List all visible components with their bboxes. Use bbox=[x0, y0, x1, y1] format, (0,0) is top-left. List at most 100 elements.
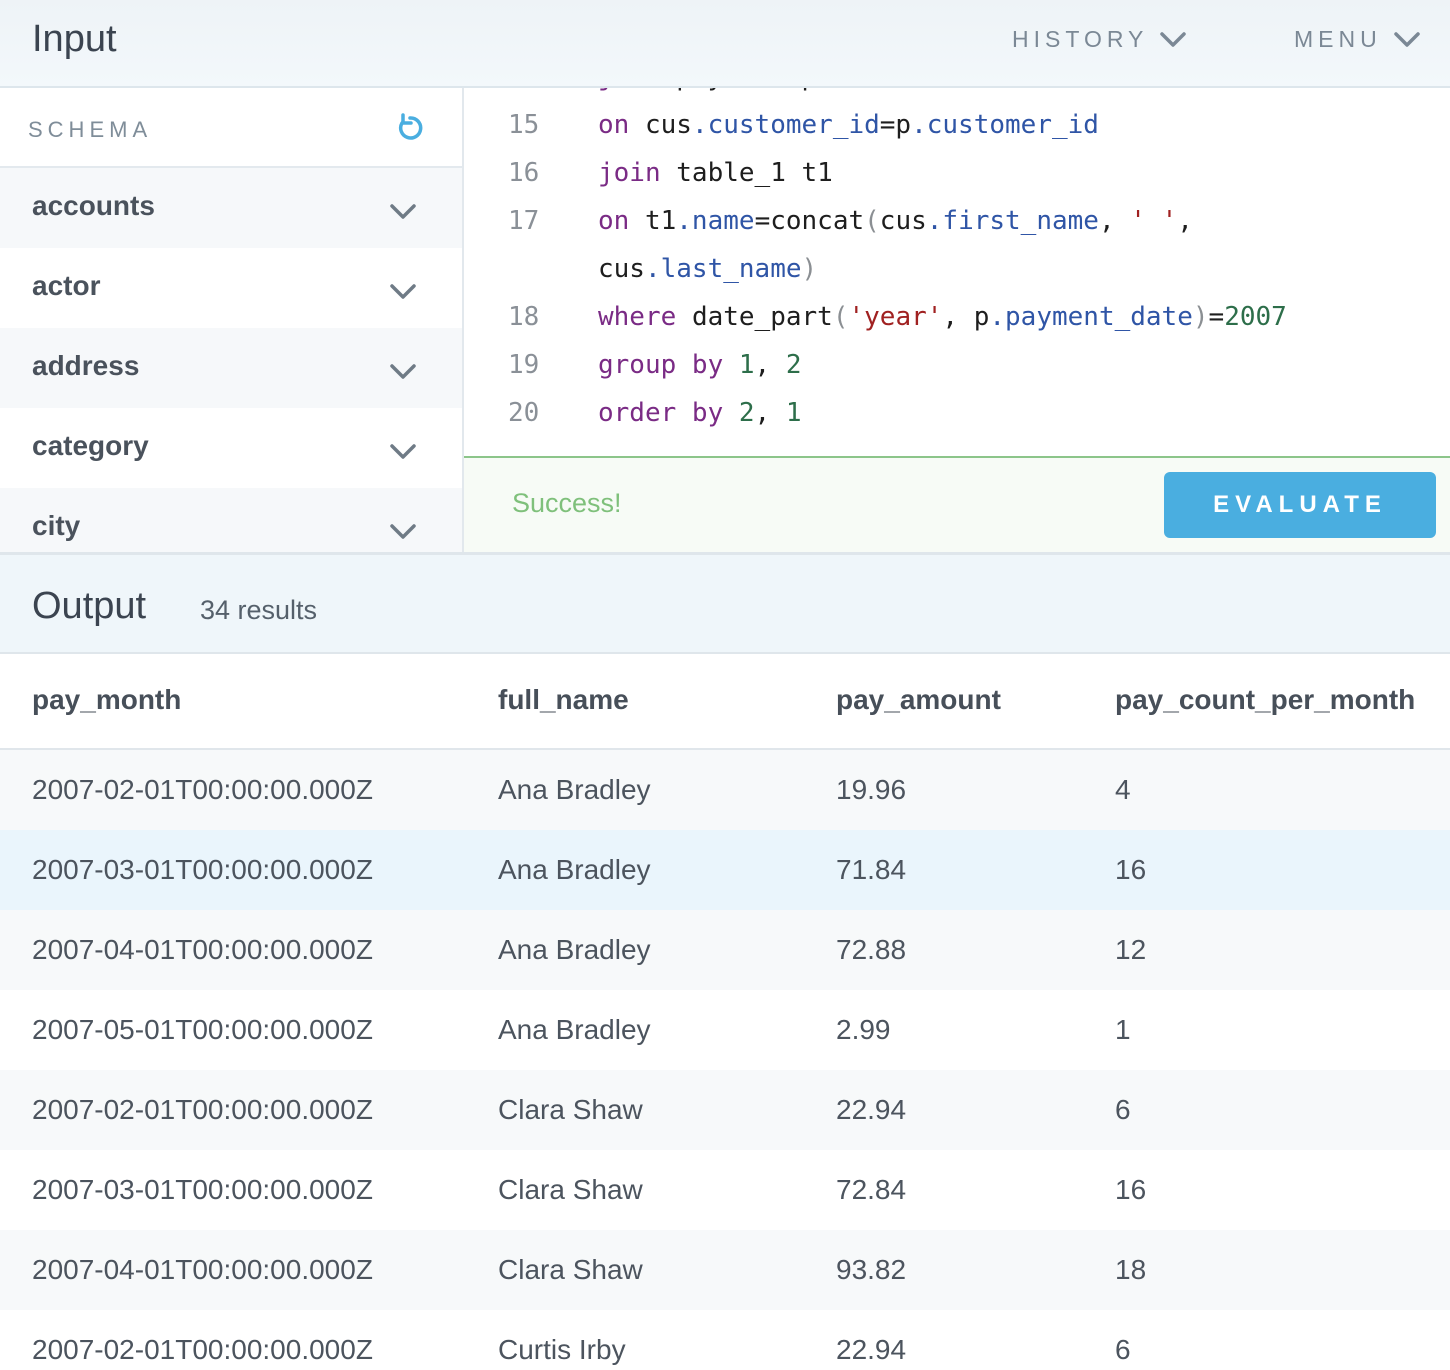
table-row[interactable]: 2007-05-01T00:00:00.000Z Ana Bradley 2.99 1 bbox=[0, 990, 1450, 1070]
code-token: group by bbox=[598, 350, 724, 380]
code-token: .payment_date bbox=[989, 302, 1193, 332]
line-number: 18 bbox=[508, 302, 540, 332]
table-row[interactable]: 2007-02-01T00:00:00.000Z Clara Shaw 22.94 6 bbox=[0, 1070, 1450, 1150]
code-token: ( bbox=[864, 206, 880, 236]
schema-item-category[interactable]: category bbox=[0, 408, 462, 488]
table-header: pay_month full_name pay_amount pay_count… bbox=[0, 654, 1450, 750]
code-text: join payment p bbox=[598, 88, 817, 92]
column-header[interactable]: pay_count_per_month bbox=[1115, 684, 1415, 716]
schema-table-list: accounts actor address category city bbox=[0, 168, 462, 552]
menu-dropdown[interactable]: MENU bbox=[1294, 26, 1422, 53]
code-line[interactable]: 14 join payment p bbox=[464, 88, 1450, 110]
code-text: on cus.customer_id=p.customer_id bbox=[598, 110, 1099, 140]
schema-item-city[interactable]: city bbox=[0, 488, 462, 552]
table-cell: 2007-02-01T00:00:00.000Z bbox=[32, 1094, 373, 1125]
sql-editor[interactable]: 14join payment p15on cus.customer_id=p.c… bbox=[464, 88, 1450, 456]
schema-item-label: actor bbox=[32, 270, 101, 301]
code-token: 2 bbox=[738, 398, 755, 428]
schema-item-address[interactable]: address bbox=[0, 328, 462, 408]
code-token: join bbox=[598, 88, 661, 92]
line-number: 14 bbox=[508, 88, 548, 92]
code-token: , bbox=[1177, 206, 1193, 236]
code-line[interactable]: 17 on t1.name=concat(cus.first_name, ' ', bbox=[464, 206, 1450, 254]
table-cell: 2007-03-01T00:00:00.000Z bbox=[32, 1174, 373, 1205]
chevron-down-icon bbox=[390, 444, 416, 459]
table-cell: 2007-04-01T00:00:00.000Z bbox=[32, 1254, 373, 1285]
code-token: =concat bbox=[754, 206, 865, 236]
table-cell: 2007-05-01T00:00:00.000Z bbox=[32, 1014, 373, 1045]
line-number: 16 bbox=[508, 158, 540, 188]
code-line[interactable]: 18 where date_part('year', p.payment_date… bbox=[464, 302, 1450, 350]
schema-title: SCHEMA bbox=[28, 117, 153, 142]
code-text: join table_1 t1 bbox=[598, 158, 833, 188]
table-row[interactable]: 2007-03-01T00:00:00.000Z Ana Bradley 71.84… bbox=[0, 830, 1450, 910]
schema-item-label: category bbox=[32, 430, 149, 461]
chevron-down-icon bbox=[390, 524, 416, 539]
code-text: where date_part('year', p.payment_date)=… bbox=[598, 302, 1287, 332]
line-number: 15 bbox=[508, 110, 540, 140]
table-row[interactable]: 2007-02-01T00:00:00.000Z Curtis Irby 22.94… bbox=[0, 1310, 1450, 1370]
line-number: 17 bbox=[508, 206, 540, 236]
header-bar: Input HISTORY MENU bbox=[0, 0, 1450, 88]
refresh-icon[interactable] bbox=[394, 112, 426, 144]
column-header[interactable]: full_name bbox=[498, 684, 629, 716]
table-cell: 72.84 bbox=[836, 1174, 907, 1205]
schema-header: SCHEMA bbox=[0, 88, 462, 168]
code-token: 1 bbox=[738, 350, 755, 380]
schema-item-accounts[interactable]: accounts bbox=[0, 168, 462, 248]
table-cell: 16 bbox=[1115, 1174, 1147, 1205]
table-cell: 4 bbox=[1115, 774, 1131, 805]
line-number: 20 bbox=[508, 398, 540, 428]
table-cell: Curtis Irby bbox=[498, 1334, 626, 1365]
chevron-down-icon bbox=[390, 204, 416, 219]
table-cell: Ana Bradley bbox=[498, 1014, 651, 1045]
code-token: .customer_id bbox=[911, 110, 1099, 140]
code-token: ( bbox=[832, 302, 849, 332]
code-token: order by bbox=[598, 398, 724, 428]
table-row[interactable]: 2007-04-01T00:00:00.000Z Clara Shaw 93.82 1… bbox=[0, 1230, 1450, 1310]
table-body: 2007-02-01T00:00:00.000Z Ana Bradley 19.96… bbox=[0, 750, 1450, 1370]
code-token: = bbox=[1208, 302, 1225, 332]
table-cell: 22.94 bbox=[836, 1094, 907, 1125]
code-line[interactable]: 16 join table_1 t1 bbox=[464, 158, 1450, 206]
table-cell: Ana Bradley bbox=[498, 774, 651, 805]
table-cell: 72.88 bbox=[836, 934, 907, 965]
code-line[interactable]: cus.last_name) bbox=[464, 254, 1450, 302]
output-header: Output 34 results bbox=[0, 552, 1450, 654]
column-header[interactable]: pay_amount bbox=[836, 684, 1001, 716]
result-count: 34 results bbox=[200, 595, 318, 625]
code-line[interactable]: 15 on cus.customer_id=p.customer_id bbox=[464, 110, 1450, 158]
code-line[interactable]: 19 group by 1, 2 bbox=[464, 350, 1450, 398]
status-bar: Success! EVALUATE bbox=[464, 456, 1450, 552]
history-dropdown[interactable]: HISTORY bbox=[1012, 26, 1188, 53]
output-title: Output bbox=[32, 585, 147, 627]
code-token: cus bbox=[644, 110, 692, 140]
code-line[interactable]: 20 order by 2, 1 bbox=[464, 398, 1450, 446]
chevron-down-icon bbox=[1160, 31, 1187, 47]
code-token: , bbox=[1098, 206, 1131, 236]
schema-item-actor[interactable]: actor bbox=[0, 248, 462, 328]
line-number: 19 bbox=[508, 350, 540, 380]
table-cell: 6 bbox=[1115, 1094, 1131, 1125]
code-token: t1 bbox=[644, 206, 677, 236]
schema-item-label: city bbox=[32, 510, 81, 541]
history-label: HISTORY bbox=[1012, 26, 1149, 52]
table-cell: 22.94 bbox=[836, 1334, 907, 1365]
chevron-down-icon bbox=[390, 364, 416, 379]
code-token: on bbox=[598, 206, 630, 236]
code-text: cus.last_name) bbox=[598, 254, 817, 284]
evaluate-button[interactable]: EVALUATE bbox=[1164, 472, 1436, 538]
code-token: 'year' bbox=[848, 302, 943, 332]
code-token: cus bbox=[879, 206, 927, 236]
table-cell: 93.82 bbox=[836, 1254, 907, 1285]
table-row[interactable]: 2007-04-01T00:00:00.000Z Ana Bradley 72.88… bbox=[0, 910, 1450, 990]
code-token: ) bbox=[1192, 302, 1209, 332]
code-token: join bbox=[598, 158, 661, 188]
code-text: on t1.name=concat(cus.first_name, ' ', bbox=[598, 206, 1193, 236]
column-header[interactable]: pay_month bbox=[32, 684, 181, 716]
code-token: 2007 bbox=[1224, 302, 1287, 332]
table-row[interactable]: 2007-02-01T00:00:00.000Z Ana Bradley 19.96… bbox=[0, 750, 1450, 830]
code-text: order by 2, 1 bbox=[598, 398, 802, 428]
table-row[interactable]: 2007-03-01T00:00:00.000Z Clara Shaw 72.84 1… bbox=[0, 1150, 1450, 1230]
code-token: 2 bbox=[785, 350, 802, 380]
